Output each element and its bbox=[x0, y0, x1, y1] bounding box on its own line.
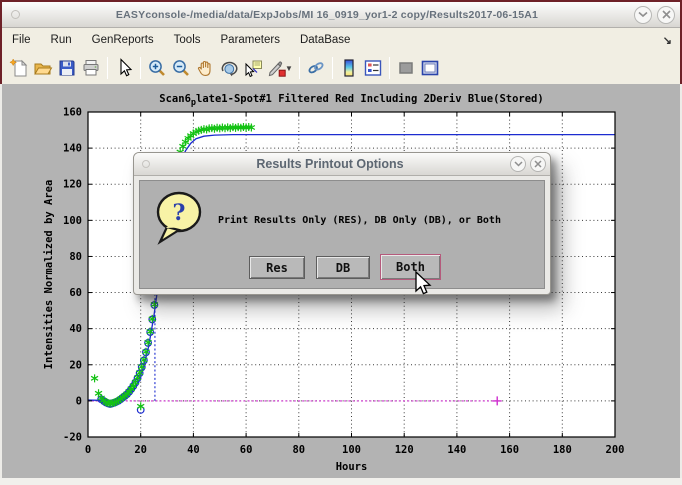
menu-bar: FileRunGenReportsToolsParametersDataBase… bbox=[2, 28, 680, 52]
hide-plot-tools-button[interactable] bbox=[394, 56, 418, 80]
toolbar: ▼ bbox=[2, 52, 680, 84]
window-border-lower-left bbox=[0, 84, 2, 485]
pointer-tool-button[interactable] bbox=[112, 56, 136, 80]
pointer-icon bbox=[114, 58, 134, 78]
show-plot-tools-icon bbox=[420, 58, 440, 78]
close-window-button[interactable] bbox=[657, 6, 675, 24]
svg-text:140: 140 bbox=[447, 444, 466, 456]
dialog-close-button[interactable] bbox=[530, 156, 546, 172]
window-border-left bbox=[0, 0, 2, 84]
svg-text:40: 40 bbox=[69, 323, 82, 335]
mouse-cursor-icon bbox=[414, 271, 436, 299]
svg-text:0: 0 bbox=[76, 395, 82, 407]
open-file-button[interactable] bbox=[31, 56, 55, 80]
brush-dropdown-caret[interactable]: ▼ bbox=[285, 64, 293, 73]
menu-tools[interactable]: Tools bbox=[164, 30, 211, 50]
results-printout-dialog: Results Printout Options ? Print Results… bbox=[133, 152, 551, 295]
menu-overflow-icon[interactable]: ↘ bbox=[663, 34, 672, 47]
dialog-message: Print Results Only (RES), DB Only (DB), … bbox=[218, 215, 501, 226]
toolbar-separator bbox=[389, 57, 390, 79]
svg-text:160: 160 bbox=[63, 107, 82, 119]
window-title: EASYconsole-/media/data/ExpJobs/MI 16_09… bbox=[20, 9, 634, 21]
insert-colorbar-icon bbox=[339, 58, 359, 78]
insert-colorbar-button[interactable] bbox=[337, 56, 361, 80]
svg-text:-20: -20 bbox=[63, 432, 82, 444]
window-border-top bbox=[0, 0, 682, 2]
chevron-down-icon bbox=[638, 11, 648, 18]
zoom-out-button[interactable] bbox=[169, 56, 193, 80]
print-icon bbox=[81, 58, 101, 78]
dialog-shade-button[interactable] bbox=[510, 156, 526, 172]
svg-text:60: 60 bbox=[69, 287, 82, 299]
menu-database[interactable]: DataBase bbox=[290, 30, 361, 50]
disabled-box-icon bbox=[396, 58, 416, 78]
toolbar-separator bbox=[299, 57, 300, 79]
insert-legend-button[interactable] bbox=[361, 56, 385, 80]
window-titlebar: EASYconsole-/media/data/ExpJobs/MI 16_09… bbox=[2, 2, 680, 28]
question-bubble-icon: ? bbox=[154, 189, 206, 245]
svg-text:120: 120 bbox=[63, 179, 82, 191]
svg-text:80: 80 bbox=[69, 251, 82, 263]
menu-file[interactable]: File bbox=[2, 30, 41, 50]
show-plot-tools-button[interactable] bbox=[418, 56, 442, 80]
menu-items: FileRunGenReportsToolsParametersDataBase bbox=[2, 30, 360, 50]
window-icon bbox=[11, 10, 20, 19]
chevron-down-icon bbox=[514, 161, 523, 167]
svg-text:Hours: Hours bbox=[336, 461, 368, 473]
save-icon bbox=[57, 58, 77, 78]
svg-text:20: 20 bbox=[69, 359, 82, 371]
toolbar-separator bbox=[332, 57, 333, 79]
link-plots-icon bbox=[306, 58, 326, 78]
zoom-in-button[interactable] bbox=[145, 56, 169, 80]
dialog-icon bbox=[142, 160, 150, 168]
menu-parameters[interactable]: Parameters bbox=[211, 30, 290, 50]
data-cursor-button[interactable] bbox=[241, 56, 265, 80]
dialog-button-db[interactable]: DB bbox=[316, 256, 370, 279]
svg-text:200: 200 bbox=[606, 444, 625, 456]
toolbar-separator bbox=[107, 57, 108, 79]
app-window: EASYconsole-/media/data/ExpJobs/MI 16_09… bbox=[0, 0, 682, 485]
link-plots-button[interactable] bbox=[304, 56, 328, 80]
svg-text:160: 160 bbox=[500, 444, 519, 456]
insert-legend-icon bbox=[363, 58, 383, 78]
svg-text:Intensities Normalized by Area: Intensities Normalized by Area bbox=[43, 180, 55, 370]
zoom-in-icon bbox=[147, 58, 167, 78]
toolbar-separator bbox=[140, 57, 141, 79]
shade-window-button[interactable] bbox=[634, 6, 652, 24]
svg-text:20: 20 bbox=[134, 444, 147, 456]
svg-text:100: 100 bbox=[342, 444, 361, 456]
svg-text:60: 60 bbox=[240, 444, 253, 456]
svg-text:80: 80 bbox=[292, 444, 305, 456]
new-figure-icon bbox=[9, 58, 29, 78]
window-border-bottom bbox=[0, 478, 682, 485]
svg-text:40: 40 bbox=[187, 444, 200, 456]
menu-run[interactable]: Run bbox=[41, 30, 82, 50]
svg-text:0: 0 bbox=[85, 444, 91, 456]
pan-tool-button[interactable] bbox=[193, 56, 217, 80]
svg-text:140: 140 bbox=[63, 143, 82, 155]
dialog-content: ? Print Results Only (RES), DB Only (DB)… bbox=[139, 180, 545, 289]
dialog-title: Results Printout Options bbox=[150, 157, 510, 171]
menu-genreports[interactable]: GenReports bbox=[82, 30, 164, 50]
svg-text:180: 180 bbox=[553, 444, 572, 456]
svg-text:100: 100 bbox=[63, 215, 82, 227]
dialog-button-res[interactable]: Res bbox=[249, 256, 305, 279]
zoom-out-icon bbox=[171, 58, 191, 78]
print-figure-button[interactable] bbox=[79, 56, 103, 80]
svg-text:Scan6plate1-Spot#1 Filtered Re: Scan6plate1-Spot#1 Filtered Red Includin… bbox=[159, 93, 543, 108]
new-figure-button[interactable] bbox=[7, 56, 31, 80]
close-icon bbox=[662, 10, 671, 19]
pan-hand-icon bbox=[195, 58, 215, 78]
brush-icon bbox=[267, 58, 287, 78]
rotate-3d-button[interactable] bbox=[217, 56, 241, 80]
svg-text:?: ? bbox=[173, 200, 186, 226]
save-figure-button[interactable] bbox=[55, 56, 79, 80]
close-icon bbox=[534, 160, 542, 168]
svg-text:120: 120 bbox=[395, 444, 414, 456]
data-cursor-icon bbox=[243, 58, 263, 78]
open-file-icon bbox=[33, 58, 53, 78]
dialog-titlebar: Results Printout Options bbox=[134, 153, 550, 176]
rotate-3d-icon bbox=[219, 58, 239, 78]
